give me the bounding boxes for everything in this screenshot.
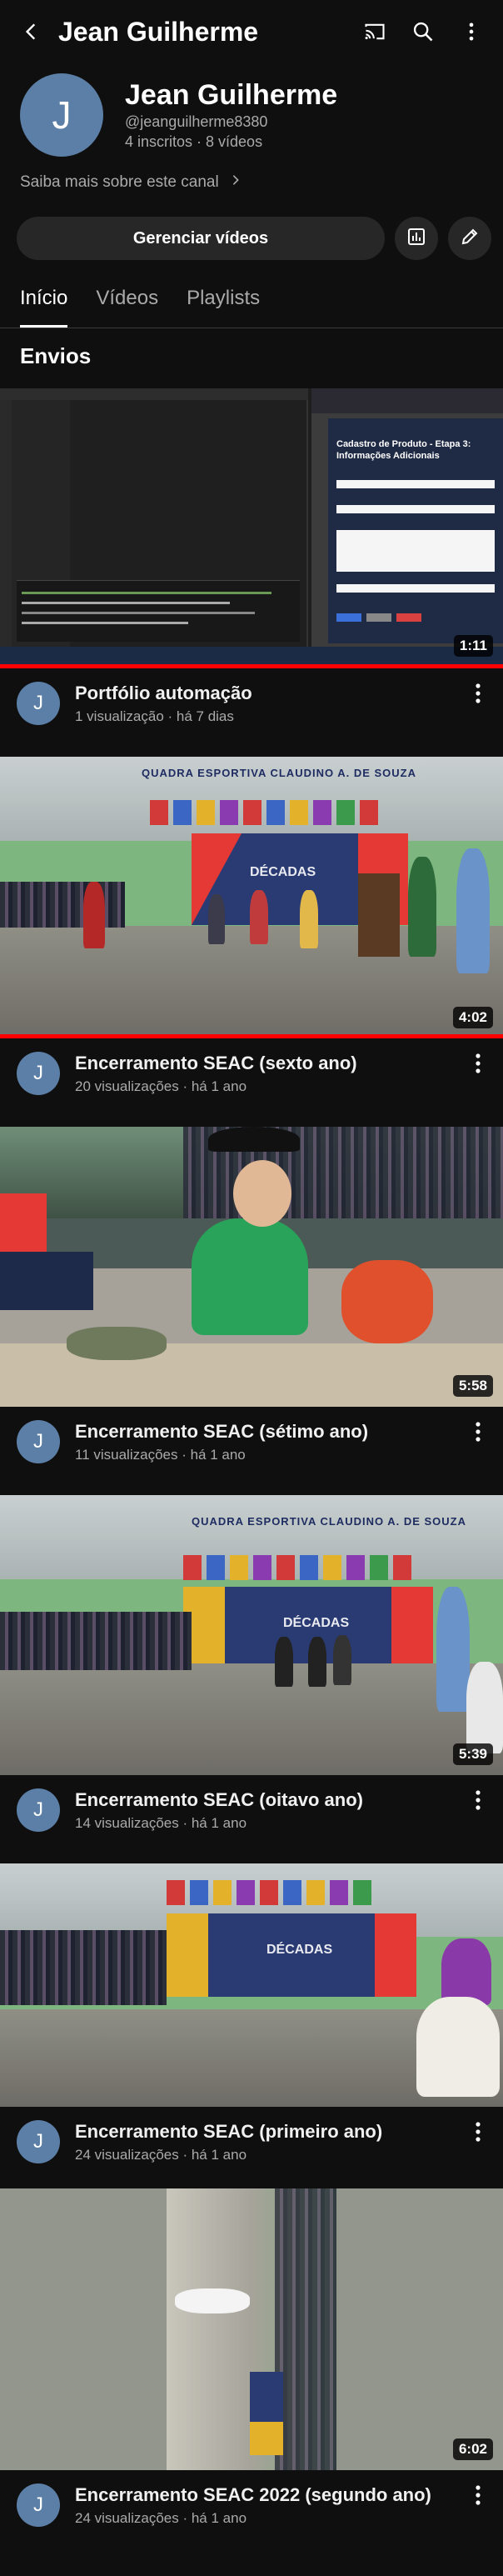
tab-inicio[interactable]: Início: [20, 275, 68, 328]
channel-title: Jean Guilherme: [58, 16, 259, 47]
channel-avatar-small[interactable]: J: [17, 2483, 60, 2527]
video-stats: 20 visualizações · há 1 ano: [75, 1078, 247, 1094]
video-title[interactable]: Portfólio automação: [75, 682, 453, 705]
channel-stats: 4 inscritos · 8 vídeos: [125, 133, 263, 150]
video-meta: J Encerramento SEAC (sétimo ano) 11 visu…: [0, 1407, 503, 1465]
gym-sign: QUADRA ESPORTIVA CLAUDINO A. DE SOUZA: [192, 1515, 466, 1528]
gym-sign: QUADRA ESPORTIVA CLAUDINO A. DE SOUZA: [142, 767, 416, 779]
video-meta: J Encerramento SEAC 2022 (segundo ano) 2…: [0, 2470, 503, 2528]
section-title: Envios: [20, 343, 92, 368]
stage-text: DÉCADAS: [266, 1943, 333, 1957]
search-icon[interactable]: [403, 12, 443, 52]
more-vert-icon[interactable]: [470, 1053, 486, 1087]
video-meta: J Encerramento SEAC (primeiro ano) 24 vi…: [0, 2107, 503, 2165]
video-stats: 1 visualização · há 7 dias: [75, 708, 234, 724]
video-title[interactable]: Encerramento SEAC 2022 (segundo ano): [75, 2483, 453, 2507]
video-title[interactable]: Encerramento SEAC (sétimo ano): [75, 1420, 453, 1443]
video-thumbnail[interactable]: QUADRA ESPORTIVA CLAUDINO A. DE SOUZA DÉ…: [0, 757, 503, 1038]
stage-text: DÉCADAS: [250, 865, 316, 879]
video-thumbnail[interactable]: DÉCADAS: [0, 1863, 503, 2107]
video-meta: J Encerramento SEAC (oitavo ano) 14 visu…: [0, 1775, 503, 1833]
channel-avatar-small[interactable]: J: [17, 682, 60, 725]
video-thumbnail[interactable]: Cadastro de Produto - Etapa 3: Informaçõ…: [0, 388, 503, 668]
video-duration: 4:02: [452, 1007, 493, 1028]
video-card[interactable]: 5:58 J Encerramento SEAC (sétimo ano) 11…: [0, 1127, 503, 1465]
channel-name: Jean Guilherme: [125, 79, 338, 111]
video-duration: 5:39: [452, 1743, 493, 1765]
video-stats: 14 visualizações · há 1 ano: [75, 1815, 247, 1831]
video-stats: 24 visualizações · há 1 ano: [75, 2510, 247, 2526]
back-arrow-icon[interactable]: [12, 12, 52, 52]
channel-tabs: Início Vídeos Playlists: [0, 275, 503, 328]
edit-pencil-icon: [460, 227, 480, 251]
more-vert-icon[interactable]: [470, 2122, 486, 2155]
chevron-right-icon: [229, 173, 242, 192]
video-card[interactable]: QUADRA ESPORTIVA CLAUDINO A. DE SOUZA DÉ…: [0, 757, 503, 1097]
channel-avatar-small[interactable]: J: [17, 1052, 60, 1095]
more-vert-icon[interactable]: [470, 2485, 486, 2518]
video-duration: 5:58: [452, 1375, 493, 1397]
channel-avatar-small[interactable]: J: [17, 1788, 60, 1832]
edit-channel-button[interactable]: [448, 217, 491, 260]
more-vert-icon[interactable]: [470, 1422, 486, 1455]
more-info-link[interactable]: Saiba mais sobre este canal: [20, 173, 242, 192]
channel-avatar-small[interactable]: J: [17, 2120, 60, 2163]
tab-playlists[interactable]: Playlists: [187, 275, 260, 328]
video-title[interactable]: Encerramento SEAC (sexto ano): [75, 1052, 453, 1075]
channel-handle: @jeanguilherme8380: [125, 113, 268, 130]
video-card[interactable]: 6:02 J Encerramento SEAC 2022 (segundo a…: [0, 2188, 503, 2528]
channel-header: J Jean Guilherme @jeanguilherme8380 4 in…: [20, 73, 337, 157]
top-app-bar: Jean Guilherme: [0, 0, 503, 63]
manage-videos-button[interactable]: Gerenciar vídeos: [17, 217, 385, 260]
channel-actions: Gerenciar vídeos: [17, 215, 491, 262]
video-card[interactable]: DÉCADAS J Encerramento SEAC (primeiro an…: [0, 1863, 503, 2165]
stage-text: DÉCADAS: [283, 1616, 350, 1630]
more-vert-icon[interactable]: [470, 1790, 486, 1823]
video-card[interactable]: QUADRA ESPORTIVA CLAUDINO A. DE SOUZA DÉ…: [0, 1495, 503, 1833]
channel-avatar-small[interactable]: J: [17, 1420, 60, 1463]
video-thumbnail[interactable]: QUADRA ESPORTIVA CLAUDINO A. DE SOUZA DÉ…: [0, 1495, 503, 1775]
form-title: Cadastro de Produto - Etapa 3: Informaçõ…: [336, 439, 471, 461]
video-thumbnail[interactable]: 5:58: [0, 1127, 503, 1407]
cast-icon[interactable]: [355, 12, 395, 52]
video-meta: J Encerramento SEAC (sexto ano) 20 visua…: [0, 1038, 503, 1097]
video-title[interactable]: Encerramento SEAC (primeiro ano): [75, 2120, 453, 2143]
more-info-label: Saiba mais sobre este canal: [20, 173, 219, 191]
tab-videos[interactable]: Vídeos: [96, 275, 158, 328]
analytics-icon: [406, 227, 426, 251]
video-meta: J Portfólio automação 1 visualização · h…: [0, 668, 503, 727]
video-stats: 24 visualizações · há 1 ano: [75, 2147, 247, 2163]
video-stats: 11 visualizações · há 1 ano: [75, 1447, 246, 1463]
video-duration: 1:11: [453, 635, 493, 657]
more-vert-icon[interactable]: [470, 683, 486, 717]
more-vert-icon[interactable]: [451, 12, 491, 52]
video-thumbnail[interactable]: 6:02: [0, 2188, 503, 2470]
analytics-button[interactable]: [395, 217, 438, 260]
channel-avatar[interactable]: J: [20, 73, 103, 157]
video-title[interactable]: Encerramento SEAC (oitavo ano): [75, 1788, 453, 1812]
video-card[interactable]: Cadastro de Produto - Etapa 3: Informaçõ…: [0, 388, 503, 727]
video-duration: 6:02: [452, 2438, 493, 2460]
